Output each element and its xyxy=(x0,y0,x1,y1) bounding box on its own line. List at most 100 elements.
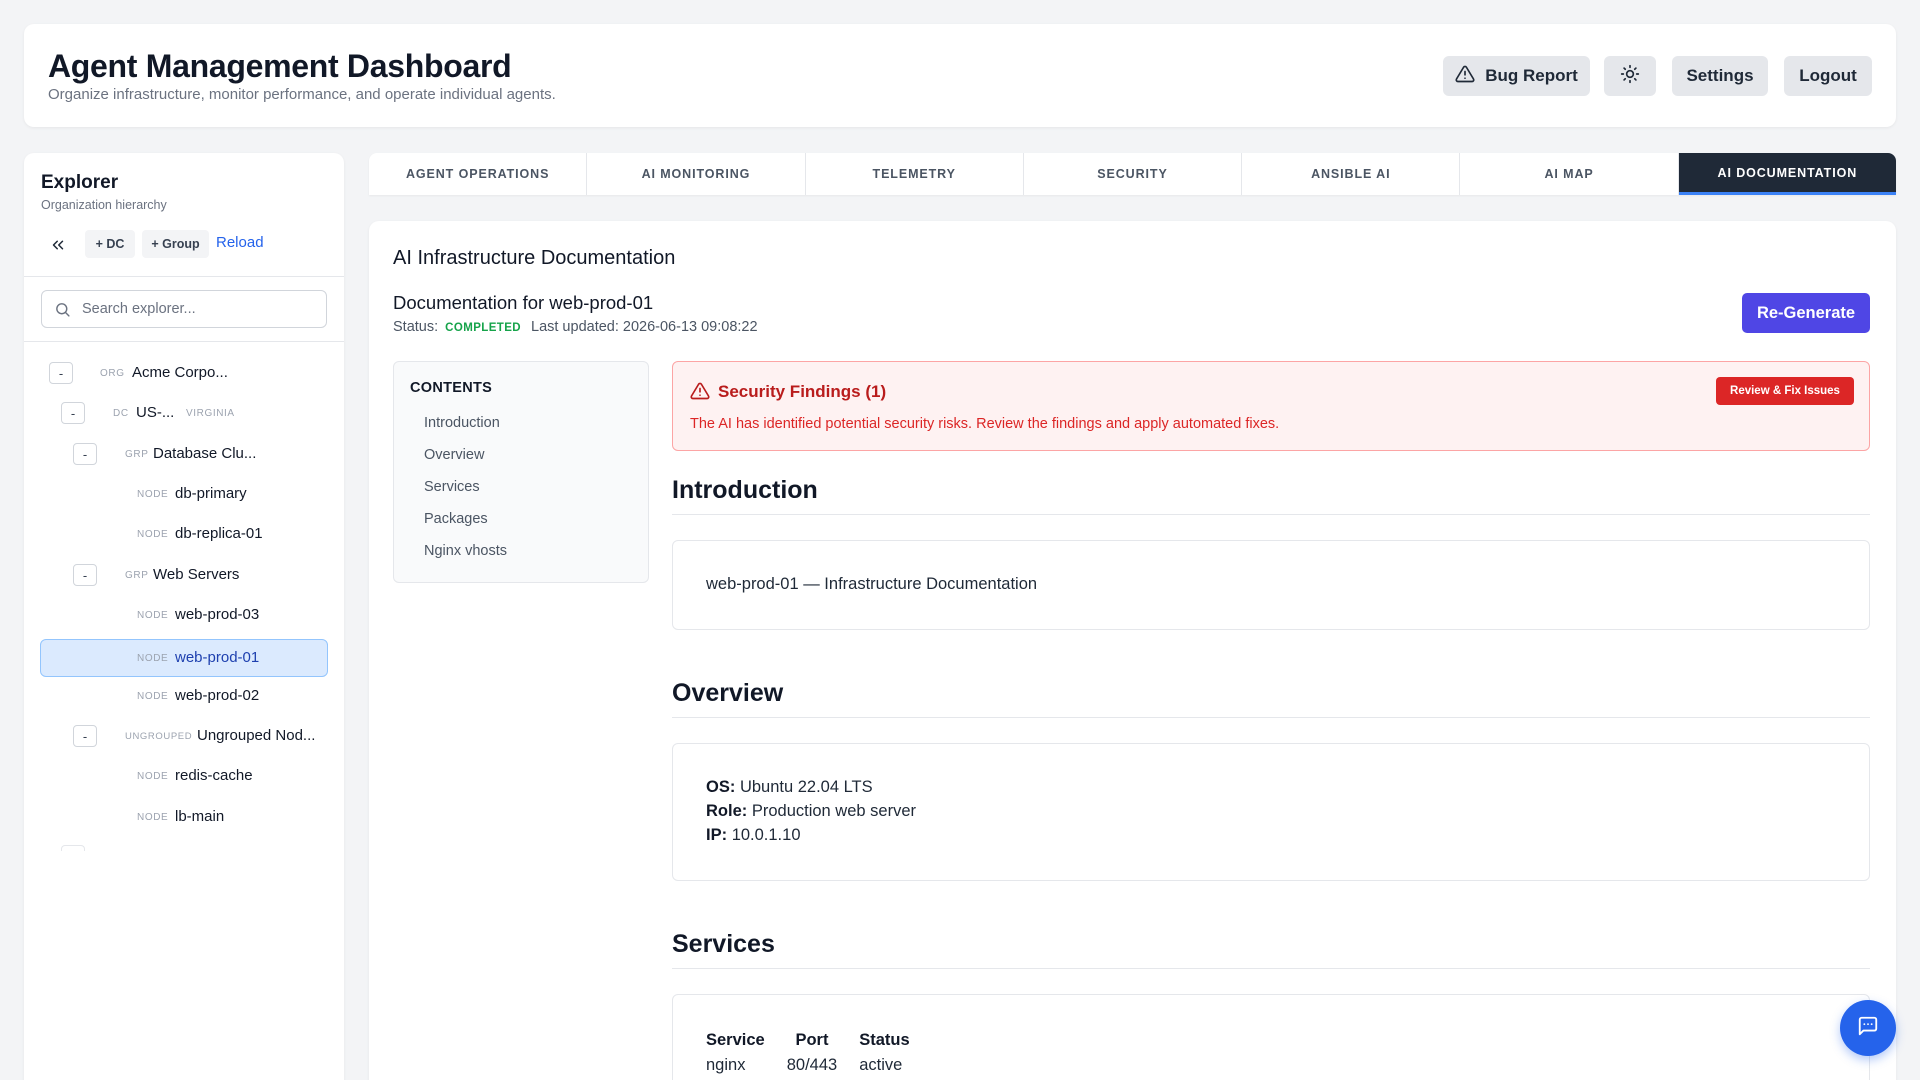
tree-item-type: GRP xyxy=(125,449,149,460)
add-group-button[interactable]: + Group xyxy=(142,230,209,258)
toc-link-introduction[interactable]: Introduction xyxy=(424,415,500,431)
tree-item-node[interactable]: NODE db-replica-01 xyxy=(24,515,344,553)
section-divider xyxy=(672,717,1870,718)
tree-item-ungrouped[interactable]: - UNGROUPED Ungrouped Nod... xyxy=(24,717,344,755)
warning-triangle-icon xyxy=(1455,64,1475,89)
collapse-toggle[interactable]: - xyxy=(61,402,85,424)
tree-item-name: lb-main xyxy=(175,808,225,825)
divider xyxy=(24,276,344,277)
alert-title: Security Findings (1) xyxy=(718,382,887,401)
tree-item-name: US-... xyxy=(136,404,175,421)
status-badge: COMPLETED xyxy=(445,322,521,334)
table-cell: active xyxy=(859,1056,903,1074)
column-header: Port xyxy=(795,1031,829,1049)
panel-title: AI Infrastructure Documentation xyxy=(393,247,676,269)
app-header: Agent Management Dashboard Organize infr… xyxy=(24,24,1896,127)
tree-item-type: NODE xyxy=(137,771,169,782)
explorer-sidebar: Explorer Organization hierarchy + DC + G… xyxy=(24,153,344,1080)
tree-item-type: NODE xyxy=(137,812,169,823)
tree-item-type: NODE xyxy=(137,610,169,621)
tree-item-node[interactable]: NODE web-prod-02 xyxy=(24,677,344,715)
documentation-panel: AI Infrastructure Documentation Document… xyxy=(369,221,1896,1080)
tree-item-name: redis-cache xyxy=(175,767,253,784)
tree-item-type: NODE xyxy=(137,529,169,540)
role-label: Role: xyxy=(706,802,748,820)
chat-icon xyxy=(1857,1015,1879,1042)
tab-security[interactable]: SECURITY xyxy=(1024,153,1243,195)
tree-item-node-selected[interactable]: NODE web-prod-01 xyxy=(24,639,344,677)
section-divider xyxy=(672,514,1870,515)
page-subtitle: Organize infrastructure, monitor perform… xyxy=(48,86,556,103)
tree-item-name: web-prod-01 xyxy=(175,649,260,666)
ip-label: IP: xyxy=(706,826,728,844)
contents-heading: CONTENTS xyxy=(410,380,493,396)
settings-button[interactable]: Settings xyxy=(1672,56,1768,96)
regenerate-button[interactable]: Re-Generate xyxy=(1742,293,1870,333)
tab-ai-map[interactable]: AI MAP xyxy=(1460,153,1679,195)
divider xyxy=(24,341,344,342)
tree-item-name: db-primary xyxy=(175,485,247,502)
table-of-contents: CONTENTS Introduction Overview Services … xyxy=(393,361,649,583)
page-title: Agent Management Dashboard xyxy=(48,48,512,84)
doc-status-line: Status: COMPLETED Last updated: 2026-06-… xyxy=(393,319,758,335)
tree-item-dc[interactable]: - DC US-... VIRGINIA xyxy=(24,394,344,432)
collapse-toggle[interactable]: - xyxy=(73,564,97,586)
add-dc-button[interactable]: + DC xyxy=(85,230,135,258)
tree-item-name: db-replica-01 xyxy=(175,525,263,542)
tree-item-group[interactable]: - GRP Database Clu... xyxy=(24,435,344,473)
table-row: nginx 80/443 active xyxy=(706,1054,921,1077)
explorer-subtitle: Organization hierarchy xyxy=(41,198,167,212)
tree-item-name: Acme Corpo... xyxy=(132,364,228,381)
section-heading-services: Services xyxy=(672,930,775,958)
tree-item-region: VIRGINIA xyxy=(186,408,235,419)
ip-value: 10.0.1.10 xyxy=(731,826,801,844)
review-fix-issues-button[interactable]: Review & Fix Issues xyxy=(1716,377,1854,405)
collapse-toggle-partial xyxy=(61,845,85,851)
bug-report-button[interactable]: Bug Report xyxy=(1443,56,1590,96)
table-cell: 80/443 xyxy=(786,1056,838,1074)
collapse-toggle[interactable]: - xyxy=(73,443,97,465)
tab-ansible-ai[interactable]: ANSIBLE AI xyxy=(1242,153,1461,195)
last-updated: Last updated: 2026-06-13 09:08:22 xyxy=(531,319,758,335)
tree-item-org[interactable]: - ORG Acme Corpo... xyxy=(24,354,344,392)
chat-button[interactable] xyxy=(1840,1000,1896,1056)
tree-item-name: Web Servers xyxy=(153,566,240,583)
alert-text: The AI has identified potential security… xyxy=(690,416,1280,432)
toc-link-services[interactable]: Services xyxy=(424,479,480,495)
tab-telemetry[interactable]: TELEMETRY xyxy=(806,153,1024,195)
tree-item-type: NODE xyxy=(137,653,169,664)
tab-ai-monitoring[interactable]: AI MONITORING xyxy=(587,153,806,195)
tree-item-node[interactable]: NODE db-primary xyxy=(24,475,344,513)
section-heading-overview: Overview xyxy=(672,679,784,707)
toc-link-nginx-vhosts[interactable]: Nginx vhosts xyxy=(424,543,507,559)
theme-toggle-button[interactable] xyxy=(1604,56,1656,96)
section-heading-introduction: Introduction xyxy=(672,476,818,504)
tree-item-name: web-prod-03 xyxy=(175,606,260,623)
collapse-toggle[interactable]: - xyxy=(73,725,97,747)
services-table: Service Port Status nginx 80/443 active xyxy=(706,1031,921,1077)
tab-agent-operations[interactable]: AGENT OPERATIONS xyxy=(369,153,588,195)
bug-report-label: Bug Report xyxy=(1485,66,1578,85)
status-label: Status: xyxy=(393,319,439,335)
tree-item-group[interactable]: - GRP Web Servers xyxy=(24,556,344,594)
toc-link-overview[interactable]: Overview xyxy=(424,447,484,463)
toc-link-packages[interactable]: Packages xyxy=(424,511,488,527)
tree-item-node[interactable]: NODE redis-cache xyxy=(24,757,344,795)
tree-item-node[interactable]: NODE web-prod-03 xyxy=(24,596,344,634)
collapse-toggle[interactable]: - xyxy=(49,362,73,384)
reload-link[interactable]: Reload xyxy=(216,234,264,251)
logout-button[interactable]: Logout xyxy=(1784,56,1872,96)
column-header: Status xyxy=(859,1031,910,1049)
services-card: Service Port Status nginx 80/443 active xyxy=(672,994,1870,1080)
search-input[interactable] xyxy=(82,291,322,327)
overview-ip: IP: 10.0.1.10 xyxy=(706,826,801,845)
collapse-sidebar-button[interactable] xyxy=(46,235,70,259)
main-tabs: AGENT OPERATIONS AI MONITORING TELEMETRY… xyxy=(369,153,1896,195)
tree-item-name: Database Clu... xyxy=(153,445,257,462)
section-divider xyxy=(672,968,1870,969)
sun-icon xyxy=(1620,64,1640,89)
tree-item-node[interactable]: NODE lb-main xyxy=(24,798,344,836)
table-cell: nginx xyxy=(706,1056,746,1074)
tab-ai-documentation[interactable]: AI DOCUMENTATION xyxy=(1678,153,1896,195)
overview-role: Role: Production web server xyxy=(706,802,916,821)
